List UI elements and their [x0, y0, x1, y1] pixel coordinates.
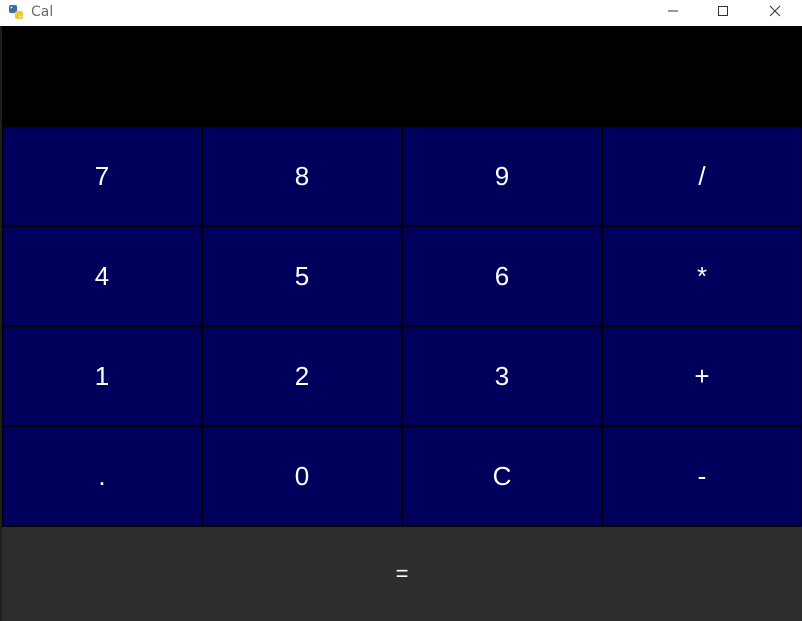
- key-8[interactable]: 8: [202, 126, 402, 226]
- minimize-button[interactable]: [648, 0, 698, 22]
- key-decimal[interactable]: .: [2, 426, 202, 526]
- calculator-window: Cal 7 8 9 / 4 5 6 * 1 2 3 + . 0 C - =: [0, 0, 802, 621]
- equals-button[interactable]: =: [2, 526, 802, 621]
- key-9[interactable]: 9: [402, 126, 602, 226]
- key-6[interactable]: 6: [402, 226, 602, 326]
- key-add[interactable]: +: [602, 326, 802, 426]
- calculator-display: [2, 27, 802, 126]
- key-3[interactable]: 3: [402, 326, 602, 426]
- key-subtract[interactable]: -: [602, 426, 802, 526]
- window-title: Cal: [31, 4, 54, 20]
- python-icon: [8, 4, 24, 20]
- key-divide[interactable]: /: [602, 126, 802, 226]
- keypad: 7 8 9 / 4 5 6 * 1 2 3 + . 0 C -: [2, 126, 802, 526]
- title-bar[interactable]: Cal: [0, 0, 802, 26]
- minimize-icon: [667, 5, 679, 17]
- key-4[interactable]: 4: [2, 226, 202, 326]
- close-button[interactable]: [750, 0, 800, 22]
- key-7[interactable]: 7: [2, 126, 202, 226]
- key-5[interactable]: 5: [202, 226, 402, 326]
- key-1[interactable]: 1: [2, 326, 202, 426]
- key-clear[interactable]: C: [402, 426, 602, 526]
- key-2[interactable]: 2: [202, 326, 402, 426]
- maximize-icon: [717, 5, 729, 17]
- maximize-button[interactable]: [698, 0, 748, 22]
- key-multiply[interactable]: *: [602, 226, 802, 326]
- close-icon: [769, 5, 781, 17]
- key-0[interactable]: 0: [202, 426, 402, 526]
